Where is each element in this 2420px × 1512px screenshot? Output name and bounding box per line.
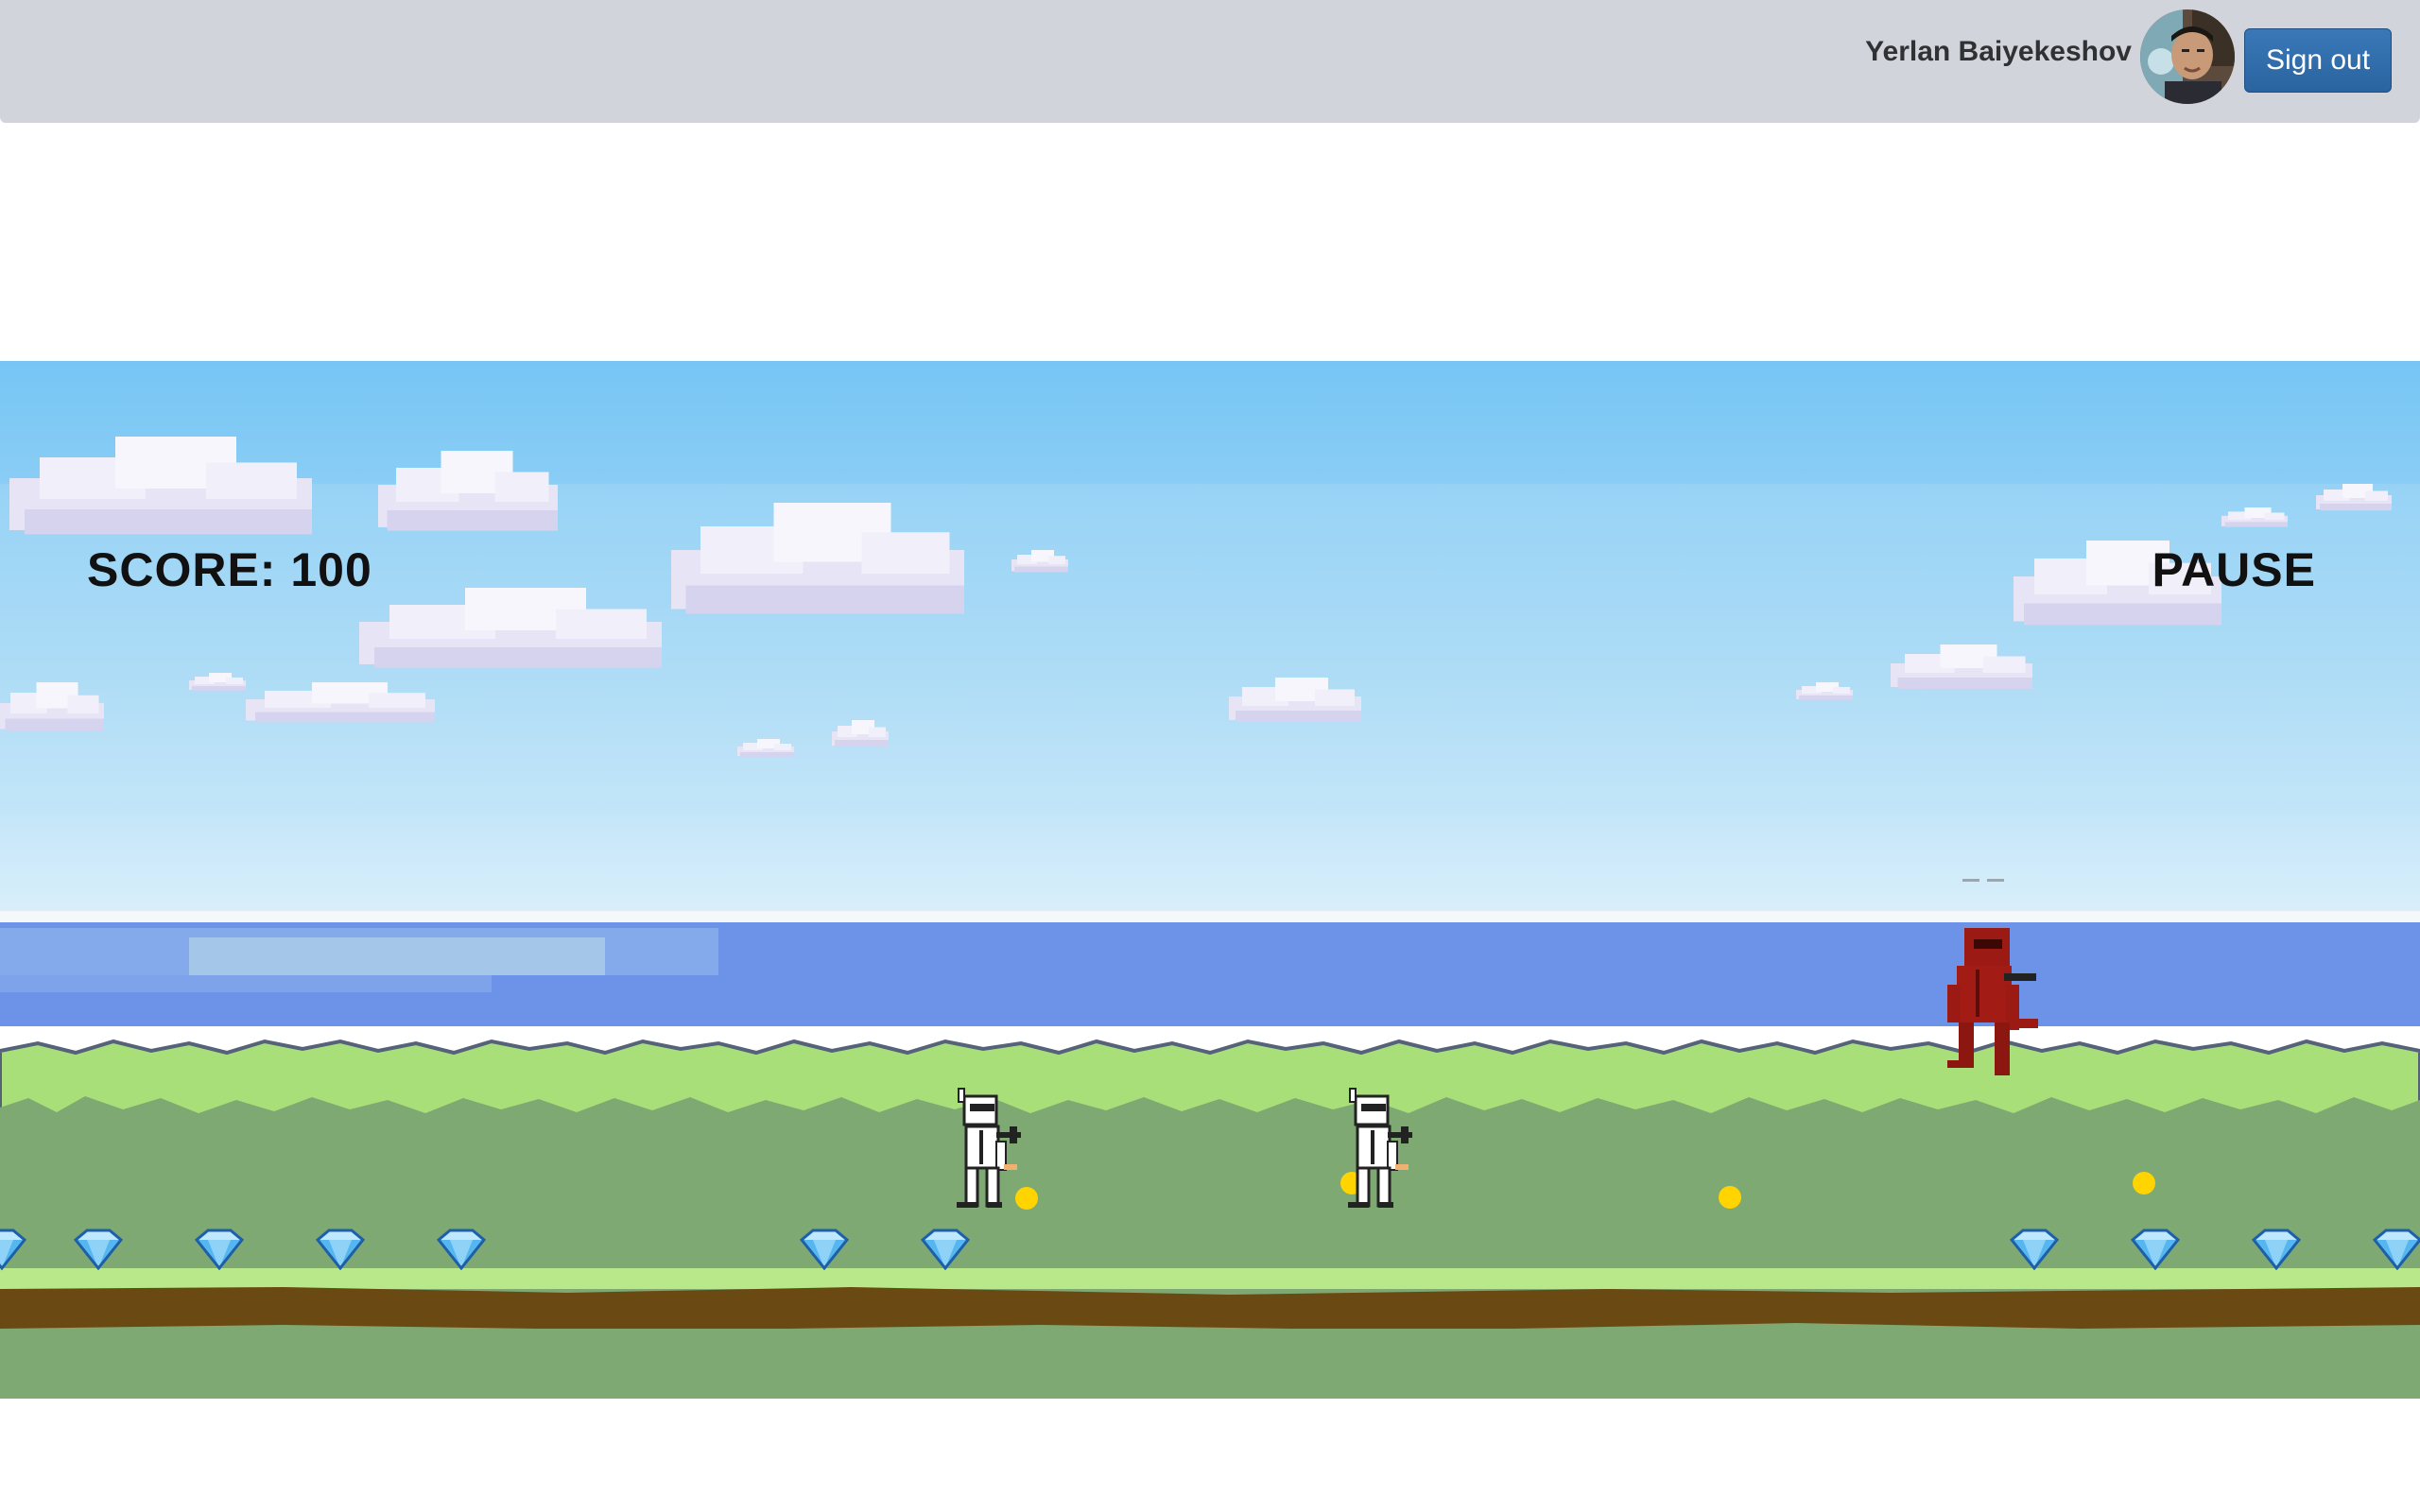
sign-out-button[interactable]: Sign out xyxy=(2244,28,2392,93)
pause-button[interactable]: PAUSE xyxy=(2152,542,2316,597)
game-canvas[interactable]: SCORE: 100 PAUSE xyxy=(0,361,2420,1399)
game-scene xyxy=(0,361,2420,1399)
top-bar: Yerlan Baiyekeshov Sign out xyxy=(0,0,2420,123)
user-avatar[interactable] xyxy=(2140,9,2235,104)
user-name: Yerlan Baiyekeshov xyxy=(1865,36,2132,67)
score-display: SCORE: 100 xyxy=(87,543,372,596)
